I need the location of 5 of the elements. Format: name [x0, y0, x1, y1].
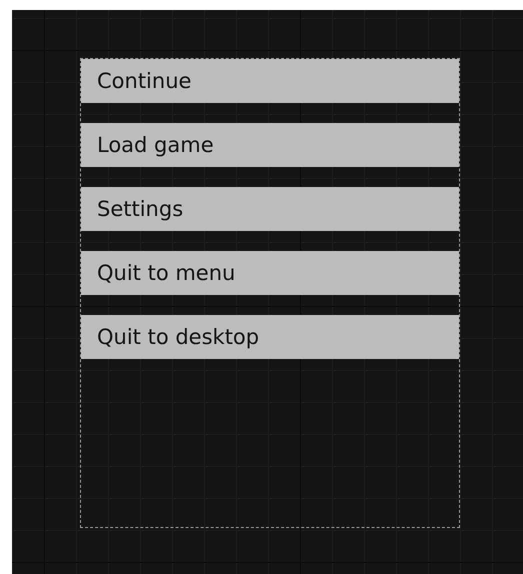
menu-button[interactable]: Settings: [81, 187, 459, 231]
menu-button[interactable]: Quit to menu: [81, 251, 459, 295]
menu-button[interactable]: Load game: [81, 123, 459, 167]
menu-button[interactable]: Continue: [81, 59, 459, 103]
menu-button[interactable]: Quit to desktop: [81, 315, 459, 359]
